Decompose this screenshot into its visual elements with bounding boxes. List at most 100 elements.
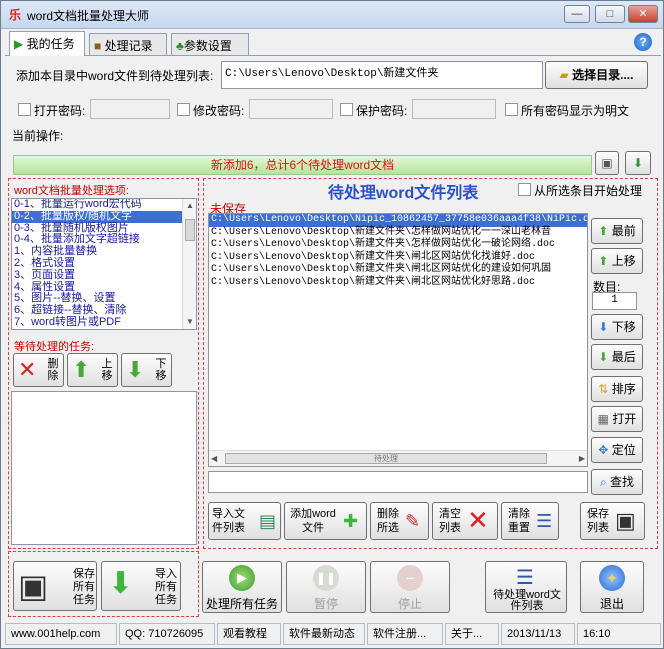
import-tasks-label: 导入所有任务 [155,568,177,606]
save-progress-button[interactable]: ▣ [595,151,619,175]
from-selected-checkbox[interactable] [518,183,531,196]
file-list-item[interactable]: C:\Users\Lenovo\Desktop\新建文件夹\闸北区网站优化找谁好… [209,252,587,265]
locate-label: 定位 [611,443,636,457]
sort-label: 排序 [611,382,636,396]
scroll-up-icon[interactable]: ▲ [184,200,196,212]
scroll-thumb-grip[interactable]: 待处理 [225,453,547,464]
folder-path-field[interactable]: C:\Users\Lenovo\Desktop\新建文件夹 [221,61,543,89]
status-tutorial[interactable]: 观看教程 [217,623,281,645]
save-list-button[interactable]: 保存列表 ▣ [580,502,645,540]
download-button[interactable]: ⬇ [625,151,651,175]
file-list-item[interactable]: C:\Users\Lenovo\Desktop\新建文件夹\怎样做网站优化一破论… [209,239,587,252]
up-icon: ⬆ [598,254,609,268]
open-label: 打开 [612,412,637,426]
waiting-tasks-list[interactable] [11,391,197,545]
scroll-right-icon[interactable]: ▶ [579,454,585,463]
file-list-item[interactable]: C:\Users\Lenovo\Desktop\新建文件夹\闸北区网站优化好思路… [209,277,587,290]
tab-history[interactable]: ■ 处理记录 [89,33,167,55]
open-password-field[interactable] [90,99,170,119]
status-about[interactable]: 关于... [445,623,499,645]
pause-button[interactable]: ❚❚ 暂停 [286,561,366,613]
close-button[interactable]: ✕ [628,5,658,23]
add-word-file-button[interactable]: 添加word文件 ✚ [284,502,367,540]
stop-button[interactable]: − 停止 [370,561,450,613]
choose-folder-button[interactable]: ▰ 选择目录.... [545,61,648,89]
move-down-button[interactable]: ⬇ 下移 [591,314,643,340]
minimize-button[interactable]: — [564,5,590,23]
delete-file-icon: ✎ [405,511,421,531]
file-list-hscrollbar[interactable]: ◀ 待处理 ▶ [209,450,587,466]
choose-folder-label: 选择目录.... [572,68,634,82]
options-list[interactable]: 0-1、批量运行word宏代码 0-2、批量版权/随机文字 0-3、批量随机版权图片… [11,198,197,330]
scroll-thumb[interactable] [185,219,195,241]
scroll-left-icon[interactable]: ◀ [211,454,217,463]
file-list-item[interactable]: C:\Users\Lenovo\Desktop\新建文件夹\闸北区网站优化的建设… [209,264,587,277]
protect-password-checkbox[interactable] [340,103,353,116]
count-field[interactable]: 1 [592,292,637,310]
option-item[interactable]: 3、页面设置 [12,269,196,282]
maximize-button[interactable]: □ [595,5,625,23]
import-label: 导入文件列表 [212,508,245,534]
option-item[interactable]: 2、格式设置 [12,257,196,270]
status-bar: www.001help.com QQ: 710726095 观看教程 软件最新动… [5,623,661,645]
find-text-field[interactable] [208,471,588,493]
find-button[interactable]: ⌕ 查找 [591,469,643,495]
open-password-label: 打开密码: [34,104,86,118]
open-password-checkbox[interactable] [18,103,31,116]
import-list-button[interactable]: 导入文件列表 ▤ [208,502,281,540]
pause-icon: ❚❚ [313,565,339,591]
locate-button[interactable]: ✥ 定位 [591,437,643,463]
delete-selected-label: 删除所选 [377,508,399,534]
waiting-title: 等待处理的任务: [14,341,95,353]
down-label: 下移 [155,358,167,382]
exit-button[interactable]: ✦ 退出 [580,561,644,613]
move-bottom-button[interactable]: ⬇ 最后 [591,344,643,370]
delete-task-button[interactable]: ✕ 删除 [13,353,64,387]
option-item[interactable]: 0-2、批量版权/随机文字 [12,210,196,223]
import-tasks-button[interactable]: ⬇ 导入所有任务 [101,561,181,611]
task-panel: 添加本目录中word文件到待处理列表: C:\Users\Lenovo\Desk… [5,55,661,620]
open-file-button[interactable]: ▦ 打开 [591,406,643,432]
scroll-down-icon[interactable]: ▼ [184,316,196,328]
save-icon: ▣ [601,156,613,170]
tree-icon: ♣ [176,39,184,53]
status-news[interactable]: 软件最新动态 [283,623,365,645]
pending-list-button[interactable]: ☰ 待处理word文件列表 [485,561,567,613]
process-all-label: 处理所有任务 [205,597,278,611]
move-task-down-button[interactable]: ⬇ 下移 [121,353,172,387]
save-tasks-button[interactable]: ▣ 保存所有任务 [13,561,97,611]
modify-password-checkbox[interactable] [177,103,190,116]
modify-password-field[interactable] [249,99,333,119]
show-passwords-checkbox[interactable] [505,103,518,116]
status-register[interactable]: 软件注册... [367,623,443,645]
arrow-down-icon: ⬇ [126,357,145,382]
play-icon: ▶ [14,37,24,51]
sort-button[interactable]: ⇅ 排序 [591,376,643,402]
help-icon[interactable]: ? [634,33,652,51]
options-title: word文档批量处理选项: [14,185,129,197]
tab-my-tasks[interactable]: ▶ 我的任务 [9,31,85,56]
file-list[interactable]: C:\Users\Lenovo\Desktop\Nipic_10862457_3… [208,213,588,467]
protect-password-field[interactable] [412,99,496,119]
modify-password-label: 修改密码: [193,104,245,118]
floppy-icon: ▣ [18,568,49,604]
option-item[interactable]: 7、word转图片或PDF [12,316,196,329]
file-list-item[interactable]: C:\Users\Lenovo\Desktop\Nipic_10862457_3… [209,214,587,227]
reset-button[interactable]: 清除重置 ☰ [501,502,559,540]
move-up-button[interactable]: ⬆ 上移 [591,248,643,274]
delete-label: 删除 [47,358,59,382]
delete-selected-button[interactable]: 删除所选 ✎ [370,502,429,540]
tab-label: 处理记录 [104,39,153,53]
grid-icon: ▦ [597,412,609,426]
file-list-item[interactable]: C:\Users\Lenovo\Desktop\新建文件夹\怎样做网站优化一一深… [209,227,587,240]
app-icon: 乐 [8,8,21,22]
exit-icon: ✦ [599,565,625,591]
clear-list-button[interactable]: 清空列表 ✕ [432,502,498,540]
process-all-button[interactable]: ▶ 处理所有任务 [202,561,282,613]
move-top-button[interactable]: ⬆ 最前 [591,218,643,244]
move-task-up-button[interactable]: ⬆ 上移 [67,353,118,387]
status-site[interactable]: www.001help.com [5,623,117,645]
options-scrollbar[interactable]: ▲ ▼ [182,199,196,329]
down-icon: ⬇ [598,320,609,334]
tab-settings[interactable]: ♣参数设置 [171,33,249,55]
